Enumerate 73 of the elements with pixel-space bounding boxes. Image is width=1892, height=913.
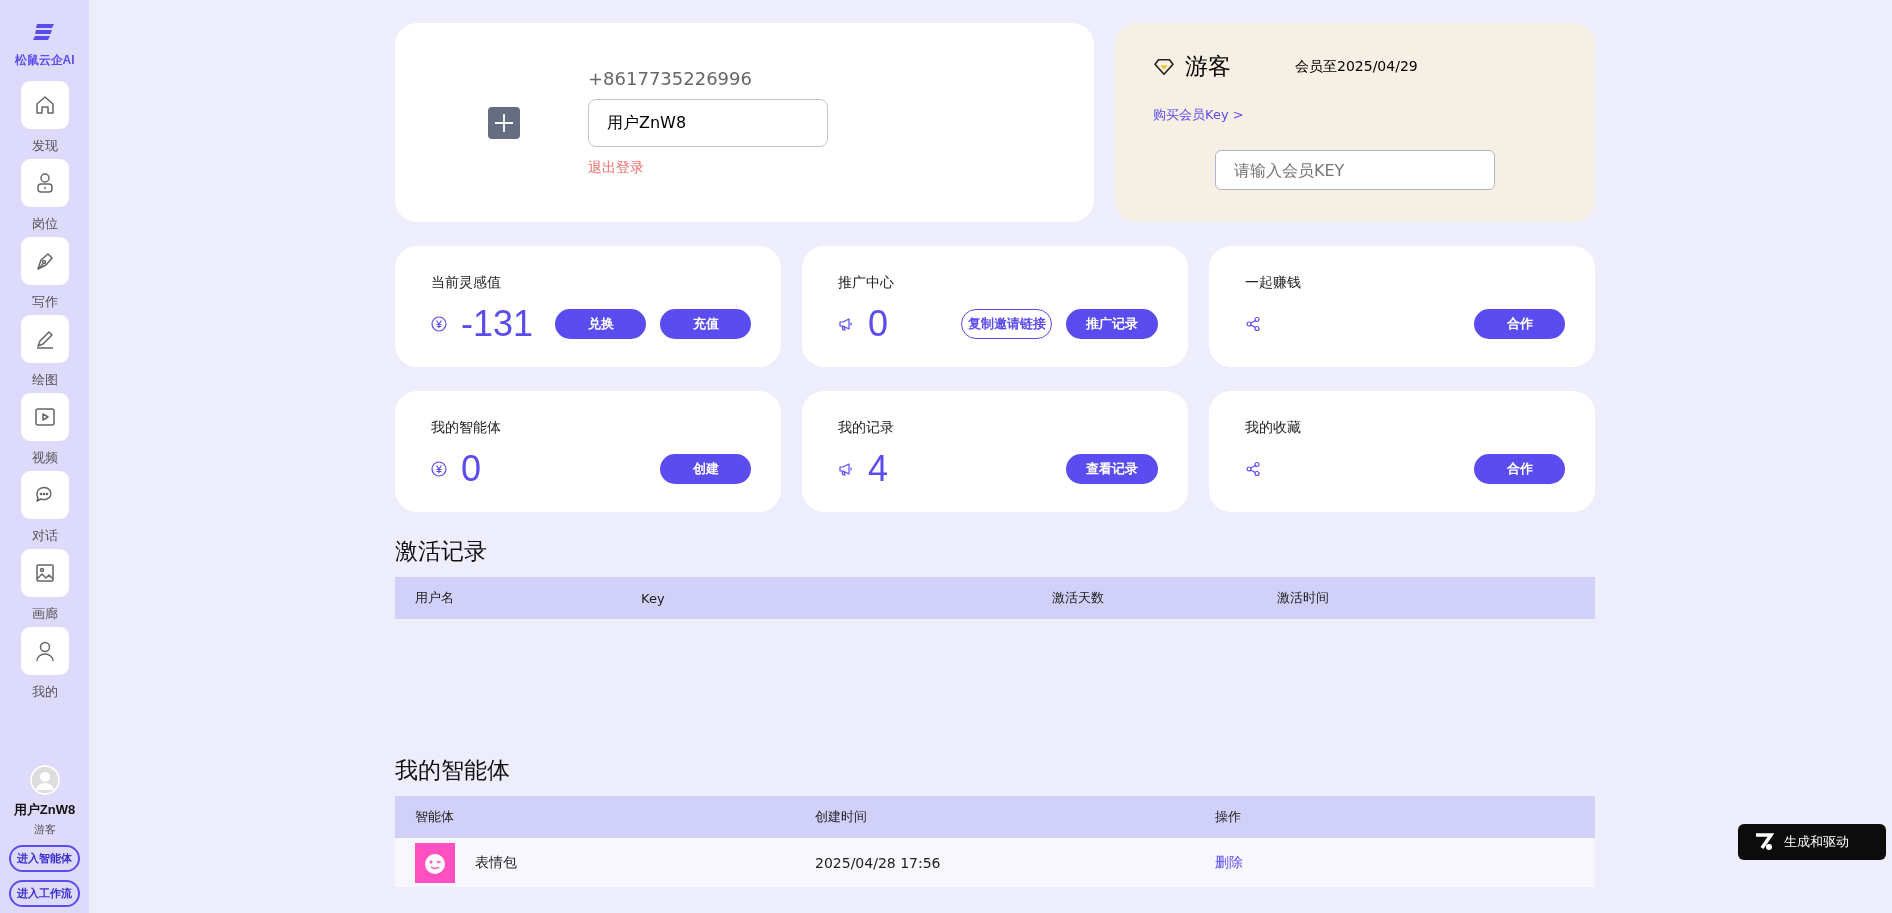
column-header: 智能体 bbox=[415, 808, 455, 826]
brand-badge[interactable]: 生成和驱动 bbox=[1738, 824, 1886, 860]
card-title: 我的收藏 bbox=[1245, 419, 1302, 437]
nav-tile[interactable] bbox=[20, 315, 69, 363]
nav-label[interactable]: 画廊 bbox=[31, 605, 58, 623]
column-header: 用户名 bbox=[415, 589, 455, 607]
video-icon bbox=[32, 405, 57, 429]
nav-tile[interactable] bbox=[20, 549, 69, 597]
action-button[interactable]: 兑换 bbox=[555, 309, 646, 339]
nav-label[interactable]: 对话 bbox=[31, 527, 58, 545]
nav-label[interactable]: 绘图 bbox=[31, 371, 58, 389]
nav-tile[interactable] bbox=[20, 471, 69, 519]
plus-icon[interactable] bbox=[488, 106, 520, 139]
buy-key-link[interactable]: 购买会员Key > bbox=[1153, 106, 1557, 124]
megaphone-icon bbox=[838, 461, 854, 477]
stat-value: 4 bbox=[868, 448, 889, 490]
nickname-field[interactable]: 用户ZnW8 bbox=[588, 99, 828, 147]
nav-label[interactable]: 我的 bbox=[31, 683, 58, 701]
action-button[interactable]: 复制邀请链接 bbox=[961, 309, 1052, 339]
delete-link[interactable]: 删除 bbox=[1215, 853, 1595, 872]
action-button[interactable]: 充值 bbox=[660, 309, 751, 339]
nav-tile[interactable] bbox=[20, 393, 69, 441]
sidebar-button[interactable]: 进入工作流 bbox=[9, 880, 80, 907]
user-role: 游客 bbox=[33, 822, 56, 837]
share-icon bbox=[1245, 461, 1261, 477]
nav-tile[interactable] bbox=[20, 81, 69, 129]
column-header: 创建时间 bbox=[815, 808, 868, 826]
diamond-icon bbox=[1153, 57, 1175, 76]
member-expiry: 会员至2025/04/29 bbox=[1295, 57, 1418, 76]
card-title: 一起赚钱 bbox=[1245, 274, 1302, 292]
agent-name: 表情包 bbox=[475, 853, 517, 872]
member-key-field[interactable]: 请输入会员KEY bbox=[1215, 150, 1495, 190]
column-header: 操作 bbox=[1215, 808, 1242, 826]
member-level: 游客 bbox=[1185, 52, 1232, 81]
badge-label: 生成和驱动 bbox=[1784, 833, 1849, 851]
card-title: 我的智能体 bbox=[431, 419, 502, 437]
action-button[interactable]: 推广记录 bbox=[1066, 309, 1158, 339]
section-title: 激活记录 bbox=[395, 537, 488, 566]
megaphone-icon bbox=[838, 316, 854, 332]
column-header: Key bbox=[641, 590, 666, 606]
brand-name: 松鼠云企AI bbox=[14, 52, 75, 69]
nav-tile[interactable] bbox=[20, 159, 69, 207]
yen-icon bbox=[431, 316, 447, 332]
created-time: 2025/04/28 17:56 bbox=[815, 854, 942, 871]
logout-link[interactable]: 退出登录 bbox=[588, 159, 828, 177]
column-header: 激活时间 bbox=[1277, 589, 1330, 607]
phone-number: +8617735226996 bbox=[588, 68, 753, 89]
nav-label[interactable]: 写作 bbox=[31, 293, 58, 311]
card-title: 推广中心 bbox=[838, 274, 895, 292]
sidebar-button[interactable]: 进入智能体 bbox=[9, 845, 80, 872]
action-button[interactable]: 创建 bbox=[660, 454, 751, 484]
action-button[interactable]: 查看记录 bbox=[1066, 454, 1158, 484]
share-icon bbox=[1245, 316, 1261, 332]
nav-label[interactable]: 视频 bbox=[31, 449, 58, 467]
nav-label[interactable]: 岗位 bbox=[31, 215, 58, 233]
action-button[interactable]: 合作 bbox=[1474, 309, 1565, 339]
z-logo-icon bbox=[1754, 832, 1774, 852]
stat-value: 0 bbox=[868, 303, 889, 345]
stat-value: -131 bbox=[461, 303, 534, 345]
action-button[interactable]: 合作 bbox=[1474, 454, 1565, 484]
nav-tile[interactable] bbox=[20, 627, 69, 675]
card-title: 当前灵感值 bbox=[431, 274, 502, 292]
logo-icon bbox=[32, 22, 57, 42]
column-header: 激活天数 bbox=[1052, 589, 1105, 607]
section-title: 我的智能体 bbox=[395, 756, 511, 785]
nav-label[interactable]: 发现 bbox=[31, 137, 58, 155]
smiley-icon bbox=[415, 842, 455, 883]
nav-tile[interactable] bbox=[20, 237, 69, 285]
card-title: 我的记录 bbox=[838, 419, 895, 437]
yen-icon bbox=[431, 461, 447, 477]
avatar-icon bbox=[29, 765, 60, 795]
stat-value: 0 bbox=[461, 448, 482, 490]
user-name: 用户ZnW8 bbox=[13, 801, 76, 819]
